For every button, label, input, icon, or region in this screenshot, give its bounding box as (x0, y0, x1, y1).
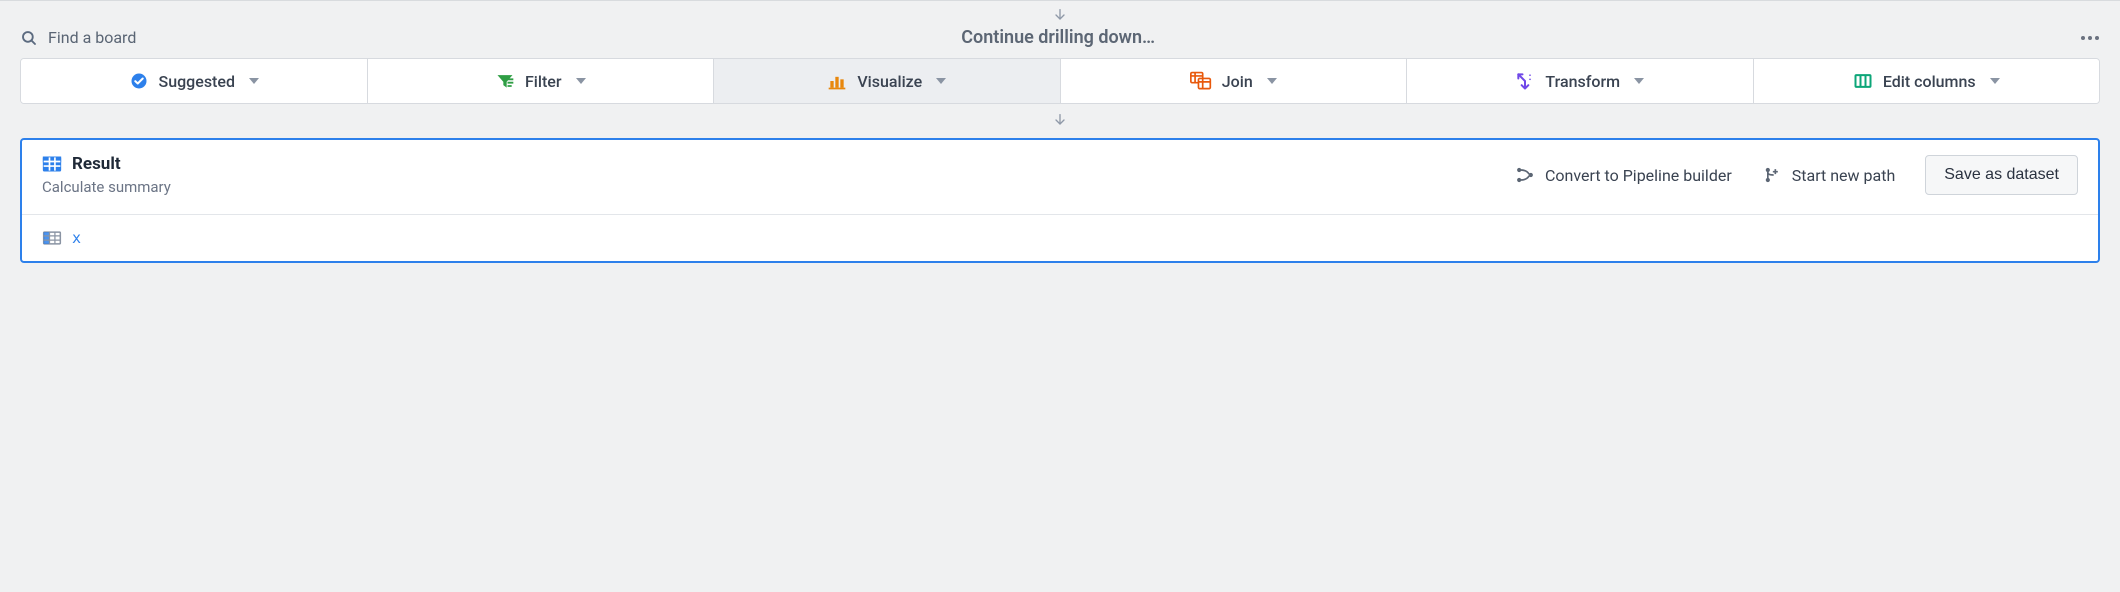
chevron-down-icon (249, 78, 259, 84)
chevron-down-icon (1990, 78, 2000, 84)
filter-icon (495, 71, 515, 91)
filter-button[interactable]: Filter (368, 59, 715, 103)
suggested-label: Suggested (159, 72, 235, 91)
column-table-icon (42, 230, 62, 246)
convert-pipeline-button[interactable]: Convert to Pipeline builder (1515, 165, 1732, 185)
result-card: Result Calculate summary Convert to Pipe… (20, 138, 2100, 263)
visualize-button[interactable]: Visualize (714, 59, 1061, 103)
suggested-button[interactable]: Suggested (21, 59, 368, 103)
join-label: Join (1222, 72, 1253, 91)
edit-columns-label: Edit columns (1883, 72, 1976, 91)
join-icon (1190, 71, 1212, 91)
search-placeholder: Find a board (48, 28, 136, 47)
transform-button[interactable]: Transform (1407, 59, 1754, 103)
flow-arrow-top (20, 1, 2100, 27)
edit-columns-button[interactable]: Edit columns (1754, 59, 2100, 103)
suggested-icon (129, 71, 149, 91)
transform-label: Transform (1545, 72, 1620, 91)
result-columns-row: x (22, 214, 2098, 261)
columns-icon (1853, 71, 1873, 91)
calculate-summary-link[interactable]: Calculate summary (42, 178, 171, 196)
more-menu[interactable] (1980, 35, 2100, 41)
chevron-down-icon (576, 78, 586, 84)
flow-arrow-mid (20, 104, 2100, 138)
result-header: Result Calculate summary Convert to Pipe… (22, 140, 2098, 214)
drill-title: Continue drilling down… (136, 27, 1980, 48)
join-button[interactable]: Join (1061, 59, 1408, 103)
chevron-down-icon (1267, 78, 1277, 84)
save-as-dataset-button[interactable]: Save as dataset (1925, 155, 2078, 195)
result-column-name[interactable]: x (72, 229, 81, 247)
chevron-down-icon (936, 78, 946, 84)
visualize-label: Visualize (857, 72, 922, 91)
result-title: Result (72, 154, 121, 174)
branch-icon (1762, 165, 1782, 185)
pipeline-icon (1515, 165, 1535, 185)
start-new-path-button[interactable]: Start new path (1762, 165, 1896, 185)
transform-icon (1515, 71, 1535, 91)
chevron-down-icon (1634, 78, 1644, 84)
start-new-path-label: Start new path (1792, 166, 1896, 185)
visualize-icon (827, 71, 847, 91)
search-icon (20, 29, 38, 47)
action-bar: Suggested Filter Visualize Join (20, 58, 2100, 104)
convert-pipeline-label: Convert to Pipeline builder (1545, 166, 1732, 185)
filter-label: Filter (525, 72, 562, 91)
result-table-icon (42, 155, 62, 173)
search-input[interactable]: Find a board (20, 28, 136, 47)
